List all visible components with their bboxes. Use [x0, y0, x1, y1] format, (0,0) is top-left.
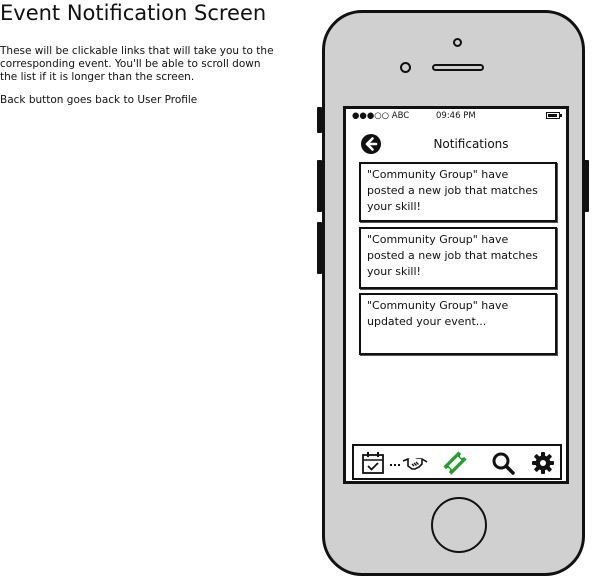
carrier-label: ●●●○○ ABC — [352, 111, 410, 121]
ticket-icon — [443, 451, 467, 475]
battery-icon — [546, 112, 562, 119]
tab-tickets[interactable] — [442, 450, 468, 476]
tab-handshake[interactable] — [402, 450, 428, 476]
description-paragraph: These will be clickable links that will … — [0, 45, 274, 83]
description-paragraph: Back button goes back to User Profile — [0, 94, 198, 106]
phone-screen: ●●●○○ ABC 09:46 PM Notifications "Commun… — [343, 106, 569, 484]
phone-sensor — [400, 62, 411, 73]
phone-camera — [453, 38, 462, 47]
phone-side-button — [584, 160, 589, 212]
notification-item[interactable]: "Community Group" have updated your even… — [359, 293, 557, 355]
status-time: 09:46 PM — [436, 111, 476, 121]
notification-text: "Community Group" have updated your even… — [367, 299, 509, 328]
phone-side-button — [317, 160, 322, 212]
screen-title: Notifications — [346, 137, 566, 151]
tab-calendar[interactable] — [360, 450, 386, 476]
phone-side-button — [317, 222, 322, 274]
calendar-check-icon — [362, 452, 384, 474]
tab-bar — [352, 444, 562, 480]
tab-dots — [390, 461, 400, 466]
screen-title-text: Notifications — [433, 137, 509, 151]
tab-search[interactable] — [490, 450, 516, 476]
home-button[interactable] — [431, 497, 487, 553]
gear-icon — [532, 452, 554, 474]
phone-side-button — [317, 107, 322, 133]
page-description: These will be clickable links that will … — [0, 45, 275, 117]
notification-item[interactable]: "Community Group" have posted a new job … — [359, 227, 557, 289]
notification-text: "Community Group" have posted a new job … — [367, 233, 538, 278]
notification-text: "Community Group" have posted a new job … — [367, 168, 538, 213]
status-bar: ●●●○○ ABC 09:46 PM — [346, 109, 566, 123]
phone-speaker — [432, 64, 484, 71]
notification-item[interactable]: "Community Group" have posted a new job … — [359, 162, 557, 222]
search-icon — [492, 452, 515, 475]
handshake-icon — [402, 458, 428, 470]
tab-settings[interactable] — [530, 450, 556, 476]
page-title: Event Notification Screen — [0, 1, 267, 25]
